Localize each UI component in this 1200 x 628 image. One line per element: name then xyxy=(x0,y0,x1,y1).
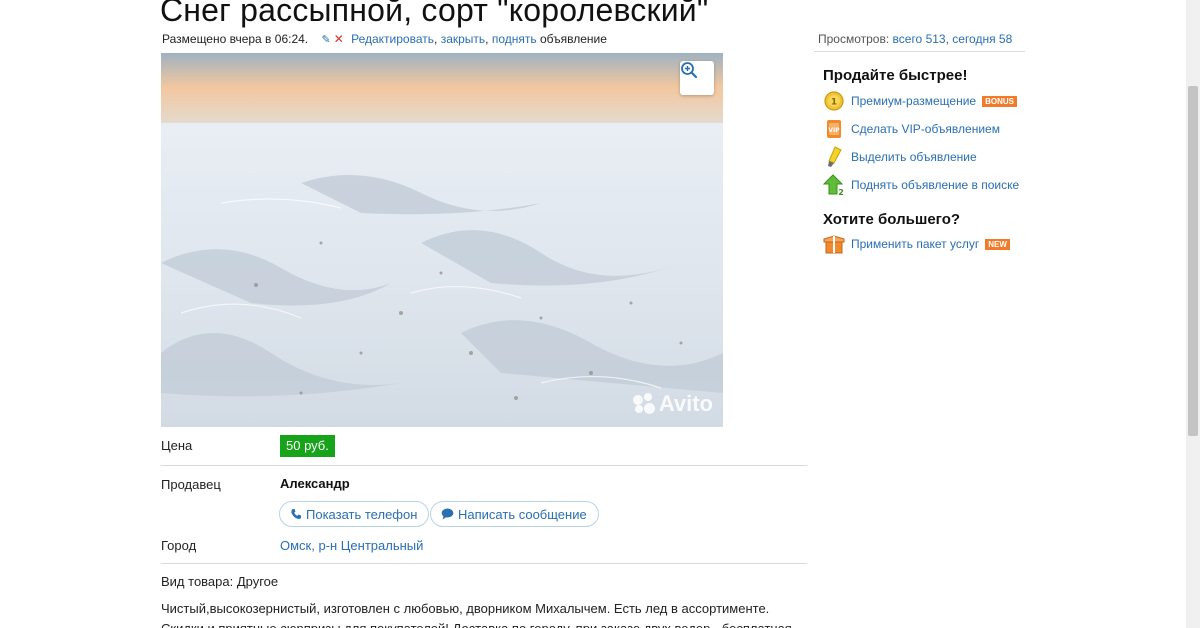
seller-label: Продавец xyxy=(161,477,221,492)
goods-type: Вид товара: Другое xyxy=(161,574,279,589)
write-message-button[interactable]: Написать сообщение xyxy=(430,501,599,527)
listing-title: Снег рассыпной, сорт "королевский" xyxy=(160,0,709,28)
avito-logo-icon xyxy=(632,393,655,415)
posted-date: Размещено вчера в 06:24. xyxy=(162,32,309,46)
raise-in-search-item[interactable]: 2 Поднять объявление в поиске xyxy=(823,173,1019,197)
svg-text:1: 1 xyxy=(831,98,837,108)
price-label: Цена xyxy=(161,438,193,453)
edit-icons: ✎ ✕ xyxy=(321,32,343,46)
raise-link[interactable]: поднять xyxy=(492,32,537,46)
write-message-label: Написать сообщение xyxy=(458,506,587,522)
divider xyxy=(161,563,807,564)
highlight-link[interactable]: Выделить объявление xyxy=(851,150,977,164)
close-icon[interactable]: ✕ xyxy=(334,32,344,46)
service-package-link[interactable]: Применить пакет услуг xyxy=(851,237,979,251)
gift-box-icon xyxy=(823,233,845,255)
listing-photo[interactable]: Avito xyxy=(161,53,723,427)
watermark-text: Avito xyxy=(658,391,713,416)
separator: , xyxy=(485,32,492,46)
actions-suffix: объявление xyxy=(536,32,607,46)
views-label: Просмотров: xyxy=(818,32,893,46)
highlight-item[interactable]: Выделить объявление xyxy=(823,145,977,169)
sell-faster-heading: Продайте быстрее! xyxy=(823,67,968,84)
avito-watermark: Avito xyxy=(632,391,713,417)
phone-icon xyxy=(290,508,302,520)
close-link[interactable]: закрыть xyxy=(441,32,485,46)
divider xyxy=(814,51,1025,52)
views-today-link[interactable]: сегодня 58 xyxy=(952,32,1012,46)
city-link[interactable]: Омск, р-н Центральный xyxy=(280,538,423,553)
edit-link[interactable]: Редактировать xyxy=(351,32,434,46)
want-more-heading: Хотите большего? xyxy=(823,211,961,228)
bonus-badge: BONUS xyxy=(982,95,1017,107)
views-counter: Просмотров: всего 513, сегодня 58 xyxy=(818,32,1012,46)
description: Чистый,высокозернистый, изготовлен с люб… xyxy=(161,601,795,628)
snow-landscape-image xyxy=(161,53,723,427)
coin-icon: 1 xyxy=(823,90,845,112)
pencil-icon[interactable]: ✎ xyxy=(321,34,330,46)
show-phone-label: Показать телефон xyxy=(306,506,418,522)
separator: , xyxy=(434,32,441,46)
vip-badge-icon: VIP xyxy=(823,118,845,140)
divider xyxy=(161,465,807,466)
raise-in-search-link[interactable]: Поднять объявление в поиске xyxy=(851,178,1019,192)
vip-item[interactable]: VIP Сделать VIP-объявлением xyxy=(823,117,1000,141)
seller-name: Александр xyxy=(280,476,350,491)
service-package-item[interactable]: Применить пакет услуг NEW xyxy=(823,232,1010,256)
premium-placement-item[interactable]: 1 Премиум-размещение BONUS xyxy=(823,89,1017,113)
city-label: Город xyxy=(161,538,197,553)
svg-text:2: 2 xyxy=(838,188,844,196)
vip-link[interactable]: Сделать VIP-объявлением xyxy=(851,122,1000,136)
new-badge: NEW xyxy=(985,238,1010,250)
svg-text:VIP: VIP xyxy=(828,127,840,134)
scrollbar-thumb[interactable] xyxy=(1188,86,1198,436)
speech-bubble-icon xyxy=(441,508,454,520)
price-badge: 50 руб. xyxy=(280,435,335,457)
show-phone-button[interactable]: Показать телефон xyxy=(279,501,430,527)
marker-icon xyxy=(823,146,845,168)
scrollbar[interactable] xyxy=(1186,0,1200,628)
views-total-link[interactable]: всего 513 xyxy=(893,32,946,46)
zoom-button[interactable] xyxy=(680,61,714,95)
premium-placement-link[interactable]: Премиум-размещение xyxy=(851,94,976,108)
arrow-up-icon: 2 xyxy=(823,174,845,196)
listing-meta: Размещено вчера в 06:24. ✎ ✕ Редактироват… xyxy=(162,32,607,46)
